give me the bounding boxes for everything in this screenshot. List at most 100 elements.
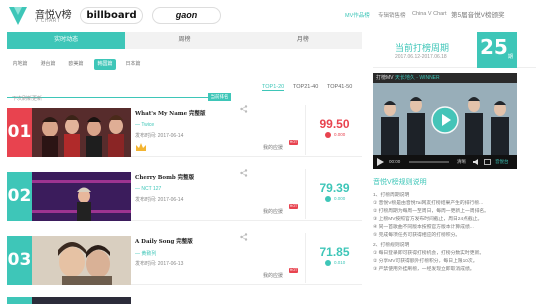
fullscreen-icon[interactable] bbox=[484, 159, 491, 165]
progress-bar[interactable] bbox=[409, 161, 449, 163]
score-delta: 0.000 bbox=[325, 196, 360, 202]
rules-line: ⑤ 完成每项任务可获得相应的打榜积分。 bbox=[373, 233, 461, 238]
yinyuetai-watermark: 音悦台 bbox=[495, 159, 509, 164]
share-icon[interactable] bbox=[240, 233, 248, 241]
video-time: 00:00 bbox=[389, 159, 401, 164]
rules-line: ④ 同一首歌曲不同版本按照官方版本计算成绩... bbox=[373, 225, 474, 230]
tab-realtime[interactable]: 实时动态 bbox=[7, 32, 126, 49]
rules-line: 1、打榜周期说明 bbox=[373, 193, 410, 198]
score-value: 99.50 bbox=[319, 117, 350, 131]
play-small-icon[interactable] bbox=[377, 158, 384, 166]
billboard-link[interactable]: billboard bbox=[80, 7, 143, 24]
nav-china-v-chart[interactable]: China V Chart bbox=[412, 11, 447, 17]
column-divider bbox=[305, 105, 306, 155]
rules-line: 2、打榜规则说明 bbox=[373, 243, 410, 248]
vchart-logo[interactable]: 音悦V榜 V CHART bbox=[7, 3, 72, 27]
trend-up-icon bbox=[325, 260, 331, 266]
quality-button[interactable]: 清晰 bbox=[457, 155, 466, 169]
trend-up-icon bbox=[325, 196, 331, 202]
artist-name[interactable]: NCT 127 bbox=[141, 186, 161, 192]
score-value: 79.39 bbox=[319, 181, 350, 195]
gaon-link[interactable]: gaon bbox=[152, 7, 221, 24]
tab-weekly[interactable]: 周榜 bbox=[125, 32, 243, 49]
song-artist[interactable]: — Twice bbox=[135, 122, 154, 128]
vchart-logo-icon bbox=[9, 7, 27, 25]
chart-row[interactable]: 02 Cherry Bomb 完整版 — NCT 127 发布时间: 2017-… bbox=[7, 161, 362, 221]
hot-badge: HOT bbox=[289, 204, 298, 209]
song-title[interactable]: What's My Name 完整版 bbox=[135, 109, 206, 117]
rules-title: 音悦V榜规则说明 bbox=[373, 179, 427, 186]
video-label: 打榜MV bbox=[376, 75, 394, 81]
artist-name[interactable]: 黄致列 bbox=[141, 251, 156, 257]
delta-value: 0.000 bbox=[334, 132, 346, 138]
range-top21-40[interactable]: TOP21-40 bbox=[293, 84, 318, 90]
period-unit: 期 bbox=[508, 54, 514, 60]
video-player[interactable]: 打榜MV 天长地久 - WINNER 00:00 清晰 音悦台 bbox=[373, 73, 517, 169]
period-card: 当前打榜周期 2017.06.12-2017.06.18 25 期 bbox=[373, 32, 536, 68]
rules-line: ③ 严禁使用外挂刷榜，一经发现立即取消成绩。 bbox=[373, 267, 475, 272]
release-date: 发布时间: 2017-06-13 bbox=[135, 261, 184, 267]
subtab-japan[interactable]: 日本篇 bbox=[123, 59, 143, 70]
subtab-korea[interactable]: 韩国篇 bbox=[94, 59, 116, 70]
tab-monthly[interactable]: 月榜 bbox=[244, 32, 362, 49]
mv-thumbnail[interactable] bbox=[32, 172, 131, 221]
crown-icon bbox=[136, 143, 146, 151]
top-bar: 音悦V榜 V CHART billboard gaon MV作品榜 专辑销售榜 … bbox=[0, 0, 540, 30]
award-button[interactable]: 第5届音悦V榜颁奖 bbox=[451, 8, 536, 23]
rank-number: 01 bbox=[7, 108, 32, 157]
song-title[interactable]: Cherry Bomb 完整版 bbox=[135, 173, 194, 181]
delta-value: 0.010 bbox=[334, 260, 346, 266]
chart-row[interactable] bbox=[7, 289, 362, 304]
rules-line: ② 分享MV可获得额外打榜积分，每日上限10次。 bbox=[373, 259, 478, 264]
video-controls: 00:00 清晰 音悦台 bbox=[373, 155, 517, 169]
mv-thumbnail[interactable] bbox=[32, 297, 131, 304]
volume-icon[interactable] bbox=[473, 159, 481, 165]
support-button[interactable]: 我的应援 bbox=[263, 272, 283, 279]
artist-name[interactable]: Twice bbox=[141, 122, 154, 128]
column-divider bbox=[305, 169, 306, 219]
mv-thumbnail[interactable] bbox=[32, 236, 131, 285]
score-delta: 0.010 bbox=[325, 260, 360, 266]
song-title[interactable]: A Daily Song 完整版 bbox=[135, 237, 193, 245]
chart-tabs: 实时动态 周榜 月榜 bbox=[7, 32, 362, 49]
rank-number: 03 bbox=[7, 236, 32, 285]
delta-value: 0.000 bbox=[334, 196, 346, 202]
period-range: 2017.06.12-2017.06.18 bbox=[395, 54, 447, 60]
subtab-hktw[interactable]: 港台篇 bbox=[38, 59, 58, 70]
chart-row[interactable]: 01 What's My Name 完整版 — Twice 发布时间: 2017… bbox=[7, 97, 362, 157]
rank-number bbox=[7, 297, 32, 304]
trend-up-icon bbox=[325, 132, 331, 138]
nav-mv-chart[interactable]: MV作品榜 bbox=[345, 11, 370, 19]
rank-number: 02 bbox=[7, 172, 32, 221]
rules-line: ③ 上榜MV按照官方发布时间截止，周日24点截止。 bbox=[373, 217, 483, 222]
video-song: 天长地久 - WINNER bbox=[394, 75, 440, 81]
rules-line: ① 每日登录即可获得打榜机会，打榜分数实时更新。 bbox=[373, 251, 485, 256]
score-delta: 0.000 bbox=[325, 132, 360, 138]
range-top1-20[interactable]: TOP1-20 bbox=[262, 84, 285, 91]
share-icon[interactable] bbox=[240, 169, 248, 177]
rules-line: ① 音悦V榜是由音悦Tai网友打榜结果产生的排行榜... bbox=[373, 201, 484, 206]
period-title: 当前打榜周期 bbox=[395, 43, 450, 53]
hot-badge: HOT bbox=[289, 268, 298, 273]
mv-thumbnail[interactable] bbox=[32, 108, 131, 157]
song-artist[interactable]: — NCT 127 bbox=[135, 186, 161, 192]
range-top41-50[interactable]: TOP41-50 bbox=[327, 84, 352, 90]
subtab-western[interactable]: 欧美篇 bbox=[66, 59, 86, 70]
hot-badge: HOT bbox=[289, 140, 298, 145]
song-artist[interactable]: — 黄致列 bbox=[135, 250, 156, 257]
logo-sub: V CHART bbox=[35, 18, 61, 24]
period-number: 25 bbox=[480, 35, 508, 59]
vchart-page: 音悦V榜 V CHART billboard gaon MV作品榜 专辑销售榜 … bbox=[0, 0, 540, 304]
release-date: 发布时间: 2017-06-14 bbox=[135, 133, 184, 139]
column-divider bbox=[305, 233, 306, 283]
video-header: 打榜MV 天长地久 - WINNER bbox=[373, 73, 517, 83]
share-icon[interactable] bbox=[240, 105, 248, 113]
play-icon[interactable] bbox=[431, 106, 459, 134]
support-button[interactable]: 我的应援 bbox=[263, 144, 283, 151]
support-button[interactable]: 我的应援 bbox=[263, 208, 283, 215]
subtab-mainland[interactable]: 内地篇 bbox=[10, 59, 30, 70]
period-badge: 25 期 bbox=[477, 32, 517, 68]
score-value: 71.85 bbox=[319, 245, 350, 259]
chart-row[interactable]: 03 A Daily Song 完整版 — 黄致列 发布时间: 2017-06-… bbox=[7, 225, 362, 285]
nav-album-chart[interactable]: 专辑销售榜 bbox=[378, 11, 406, 19]
